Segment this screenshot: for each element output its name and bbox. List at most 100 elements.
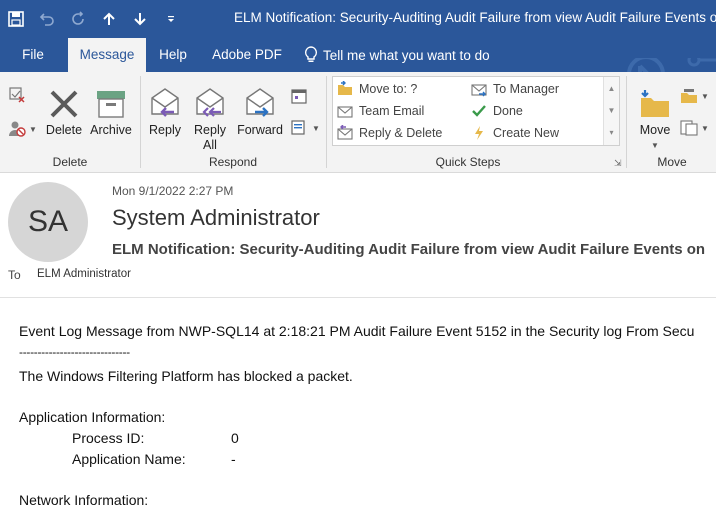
group-divider	[140, 76, 141, 168]
application-name-value: -	[231, 451, 236, 467]
delete-x-icon	[50, 90, 78, 118]
scroll-up-icon[interactable]: ▲	[604, 77, 619, 99]
save-button[interactable]	[0, 0, 31, 38]
next-item-button[interactable]	[124, 0, 155, 38]
quick-step-reply-delete[interactable]: Reply & Delete	[337, 125, 442, 141]
application-info-heading: Application Information:	[19, 409, 166, 425]
chevron-down-icon: ▼	[701, 123, 709, 133]
recipient-name[interactable]: ELM Administrator	[37, 268, 131, 280]
message-header: SA Mon 9/1/2022 2:27 PM System Administr…	[0, 174, 716, 298]
quick-access-toolbar	[0, 0, 186, 38]
quick-steps-gallery: Move to: ? Team Email Reply & Delete To …	[332, 76, 620, 146]
body-line: The Windows Filtering Platform has block…	[19, 368, 353, 384]
network-info-heading: Network Information:	[19, 492, 149, 508]
meeting-button[interactable]	[291, 88, 307, 104]
quick-step-label: Reply & Delete	[359, 126, 443, 140]
move-group-label: Move	[657, 155, 687, 169]
actions-icon	[680, 120, 698, 136]
save-icon	[7, 11, 24, 27]
junk-button[interactable]: ▼	[8, 120, 37, 138]
title-bar: ELM Notification: Security-Auditing Audi…	[0, 0, 716, 38]
quick-step-label: Create New	[493, 126, 559, 140]
delete-group-label: Delete	[52, 155, 88, 169]
reply-all-label-line1: Reply	[194, 123, 226, 137]
tab-message[interactable]: Message	[68, 38, 146, 72]
more-respond-icon	[291, 120, 305, 135]
lightbulb-icon	[304, 46, 318, 62]
rules-button[interactable]: ▼	[680, 88, 709, 104]
calendar-icon	[291, 89, 307, 104]
group-divider	[326, 76, 327, 168]
quick-step-label: Done	[493, 104, 523, 118]
checkmark-icon	[471, 103, 487, 119]
undo-icon	[39, 13, 54, 26]
scroll-down-icon[interactable]: ▼	[604, 99, 619, 121]
rules-icon	[681, 89, 697, 103]
ignore-button[interactable]	[8, 86, 26, 104]
forward-label: Forward	[237, 123, 283, 137]
ignore-icon	[9, 87, 25, 103]
quick-step-team-email[interactable]: Team Email	[337, 103, 424, 119]
team-email-icon	[337, 103, 353, 119]
quick-step-to-manager[interactable]: To Manager	[471, 81, 559, 97]
avatar[interactable]: SA	[8, 182, 88, 262]
message-datetime: Mon 9/1/2022 2:27 PM	[112, 184, 234, 198]
tab-help[interactable]: Help	[150, 38, 196, 72]
quick-steps-group-label: Quick Steps	[435, 155, 501, 169]
dialog-launcher-icon[interactable]: ⇲	[614, 158, 622, 169]
chevron-down-icon: ▼	[651, 141, 659, 150]
redo-icon	[71, 11, 84, 25]
reply-button[interactable]: Reply	[145, 78, 185, 138]
move-button[interactable]: Move ▼	[633, 78, 677, 153]
junk-icon	[9, 121, 26, 137]
previous-item-button[interactable]	[93, 0, 124, 38]
application-name-label: Application Name:	[72, 451, 186, 467]
message-subject: ELM Notification: Security-Auditing Audi…	[112, 241, 706, 258]
expand-gallery-icon[interactable]: ▾	[604, 121, 619, 143]
forward-button[interactable]: Forward	[235, 78, 285, 138]
quick-steps-scrollbar[interactable]: ▲ ▼ ▾	[603, 77, 619, 145]
archive-button[interactable]: Archive	[88, 78, 134, 138]
actions-button[interactable]: ▼	[680, 120, 709, 136]
forward-icon	[246, 88, 274, 117]
chevron-down-icon: ▼	[701, 91, 709, 101]
lightning-icon	[471, 125, 487, 141]
chevron-down-icon: ▼	[29, 124, 37, 134]
quick-step-label: Team Email	[359, 104, 425, 118]
window-title: ELM Notification: Security-Auditing Audi…	[234, 10, 716, 25]
tab-adobe-pdf[interactable]: Adobe PDF	[203, 38, 291, 72]
respond-group-label: Respond	[208, 155, 258, 169]
down-arrow-icon	[133, 13, 146, 26]
reply-all-icon	[196, 88, 224, 117]
redo-button[interactable]	[62, 0, 93, 38]
reply-label: Reply	[149, 123, 181, 137]
more-respond-button[interactable]: ▼	[291, 120, 320, 136]
quick-step-create-new[interactable]: Create New	[471, 125, 559, 141]
customize-qat-button[interactable]	[155, 0, 186, 38]
undo-button[interactable]	[31, 0, 62, 38]
quick-step-done[interactable]: Done	[471, 103, 523, 119]
reply-icon	[151, 88, 179, 117]
delete-label: Delete	[45, 123, 83, 137]
forward-mail-icon	[471, 81, 487, 97]
reply-all-button[interactable]: Reply All	[189, 78, 231, 153]
process-id-label: Process ID:	[72, 430, 145, 446]
ribbon-tabs: File Message Help Adobe PDF Tell me what…	[0, 38, 716, 93]
customize-icon	[167, 16, 174, 22]
tab-file[interactable]: File	[10, 38, 56, 72]
group-divider	[626, 76, 627, 168]
move-folder-icon	[641, 90, 669, 117]
delete-button[interactable]: Delete	[42, 78, 86, 138]
up-arrow-icon	[102, 12, 115, 25]
ribbon: ▼ Delete Archive Delete Reply Reply All …	[0, 72, 716, 173]
sender-name[interactable]: System Administrator	[112, 205, 320, 231]
reply-all-label-line2: All	[203, 138, 217, 152]
archive-label: Archive	[90, 123, 132, 137]
tell-me-search[interactable]: Tell me what you want to do	[304, 38, 490, 72]
chevron-down-icon: ▼	[312, 123, 320, 133]
body-separator: ------------------------------	[19, 345, 130, 359]
quick-step-label: To Manager	[493, 82, 560, 96]
tell-me-label: Tell me what you want to do	[323, 47, 490, 63]
quick-step-move-to[interactable]: Move to: ?	[337, 81, 417, 97]
to-label: To	[8, 268, 21, 282]
